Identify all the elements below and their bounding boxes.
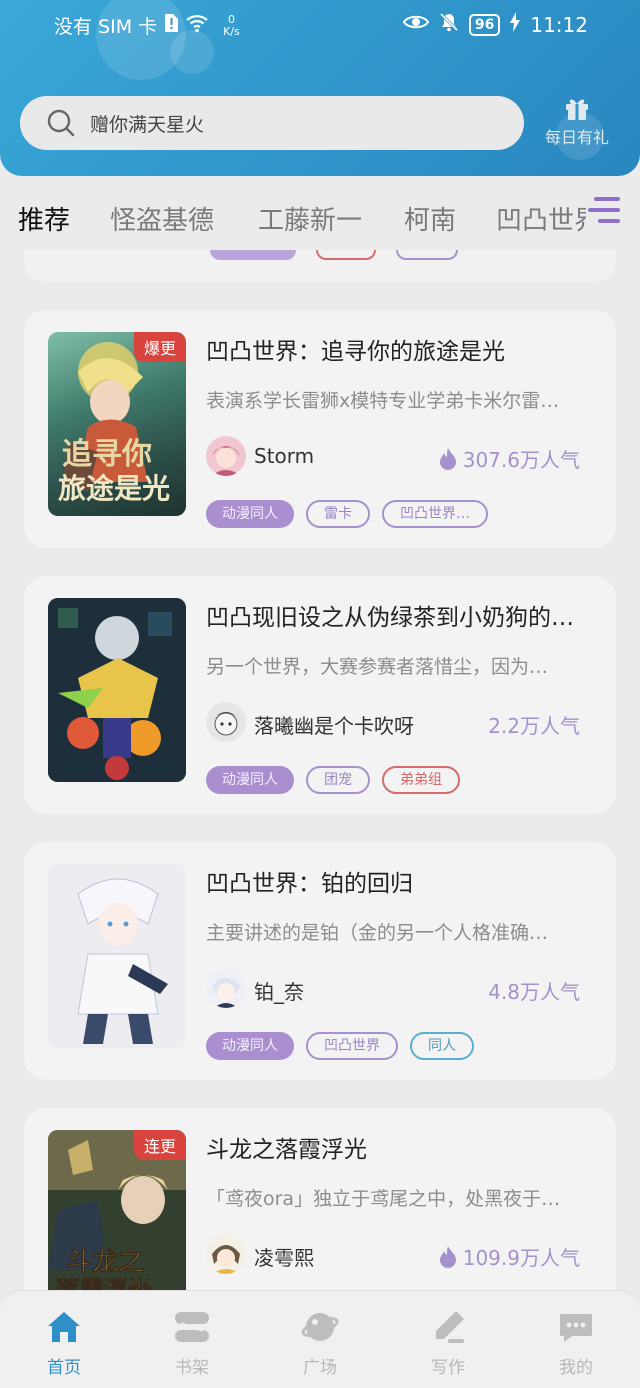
flame-icon [439,1245,456,1268]
book-description: 另一个世界，大赛参赛者落惜尘，因为… [206,656,549,678]
tag[interactable]: 雷卡 [306,500,370,528]
book-description: 主要讲述的是铂（金的另一个人格准确… [206,922,549,944]
mute-bell-icon [439,12,459,37]
tag[interactable]: 弟弟组 [382,766,460,794]
tab-conan[interactable]: 柯南 [404,200,456,237]
header: 没有 SIM 卡 0 K/s 96 11:12 赠你满天星火 每日有礼 [0,0,640,176]
popularity: 4.8万人气 [488,980,580,1004]
gift-icon [540,94,614,124]
book-card[interactable]: 凹凸现旧设之从伪绿茶到小奶狗的… 另一个世界，大赛参赛者落惜尘，因为… 落曦幽是… [24,576,616,814]
popularity: 109.9万人气 [439,1242,580,1271]
popularity: 307.6万人气 [439,444,580,473]
tab-shinichi[interactable]: 工藤新一 [258,200,362,237]
nav-bookshelf[interactable]: 书架 [152,1307,232,1378]
author-avatar[interactable] [206,702,246,742]
svg-text:旅途是光: 旅途是光 [58,472,170,505]
book-description: 「鸢夜ora」独立于鸢尾之中，处黑夜于… [206,1188,561,1210]
nav-plaza[interactable]: 广场 [280,1307,360,1378]
tag[interactable]: 动漫同人 [206,766,294,794]
chat-bubble-icon [536,1307,616,1347]
gift-label: 每日有礼 [544,128,609,147]
svg-text:追寻你: 追寻你 [62,437,152,472]
nav-mine[interactable]: 我的 [536,1307,616,1378]
charging-icon [510,12,521,37]
battery-indicator: 96 [468,13,501,36]
pen-icon [408,1307,488,1347]
clock: 11:12 [530,12,588,37]
book-title: 凹凸世界：追寻你的旅途是光 [206,339,505,365]
tab-aotu-world[interactable]: 凹凸世界 [496,200,586,237]
tag[interactable]: 动漫同人 [206,1032,294,1060]
update-badge: 爆更 [133,332,186,362]
book-cover [48,598,186,782]
previous-card-remnant [24,250,616,282]
daily-gift-button[interactable]: 每日有礼 [540,94,614,148]
tag-list: 动漫同人 团宠 弟弟组 [206,766,460,794]
book-title: 凹凸世界：铂的回归 [206,871,413,897]
sim-alert-icon [163,13,179,38]
book-title: 凹凸现旧设之从伪绿茶到小奶狗的… [206,605,574,631]
author-avatar[interactable] [206,968,246,1008]
book-cover: 斗龙之 落霞浮光 连更 [48,1130,186,1300]
book-card[interactable]: 凹凸世界：铂的回归 主要讲述的是铂（金的另一个人格准确… 铂_奈 4.8万人气 … [24,842,616,1080]
home-icon [24,1307,104,1347]
planet-icon [280,1307,360,1347]
nav-write[interactable]: 写作 [408,1307,488,1378]
book-cover: 追寻你 旅途是光 爆更 [48,332,186,516]
tag[interactable]: 同人 [410,1032,474,1060]
author-name[interactable]: 凌雩熙 [254,1242,314,1271]
search-bar[interactable]: 赠你满天星火 [20,96,524,150]
author-avatar[interactable] [206,436,246,476]
tag[interactable]: 凹凸世界… [382,500,488,528]
flame-icon [439,447,456,470]
author-name[interactable]: 铂_奈 [254,976,304,1005]
svg-text:斗龙之: 斗龙之 [66,1246,144,1277]
tag-list: 动漫同人 雷卡 凹凸世界… [206,500,488,528]
wifi-icon [185,13,209,38]
tag[interactable]: 动漫同人 [206,500,294,528]
tab-recommend[interactable]: 推荐 [18,200,70,237]
tab-menu-icon[interactable] [586,194,622,230]
bookshelf-icon [152,1307,232,1347]
search-icon [47,109,75,137]
popularity: 2.2万人气 [488,714,580,738]
book-title: 斗龙之落霞浮光 [206,1137,367,1163]
tag[interactable]: 凹凸世界 [306,1032,398,1060]
status-bar: 没有 SIM 卡 0 K/s 96 11:12 [0,0,640,52]
tag-list: 动漫同人 凹凸世界 同人 [206,1032,474,1060]
author-avatar[interactable] [206,1234,246,1274]
network-speed: 0 K/s [223,12,240,38]
book-cover [48,864,186,1048]
search-placeholder: 赠你满天星火 [90,113,205,136]
bottom-navigation: 首页 书架 广场 写作 我的 [0,1290,640,1388]
book-card[interactable]: 追寻你 旅途是光 爆更 凹凸世界：追寻你的旅途是光 表演系学长雷狮x模特专业学弟… [24,310,616,548]
nav-home[interactable]: 首页 [24,1307,104,1378]
tab-kaito-kid[interactable]: 怪盗基德 [110,200,214,237]
author-name[interactable]: 落曦幽是个卡吹呀 [254,710,414,739]
book-description: 表演系学长雷狮x模特专业学弟卡米尔雷… [206,390,560,412]
author-name[interactable]: Storm [254,444,314,468]
category-tabs: 推荐 怪盗基德 工藤新一 柯南 凹凸世界 [0,186,640,255]
eye-icon [402,13,430,36]
carrier-text: 没有 SIM 卡 [54,16,158,38]
tag[interactable]: 团宠 [306,766,370,794]
update-badge: 连更 [133,1130,186,1160]
